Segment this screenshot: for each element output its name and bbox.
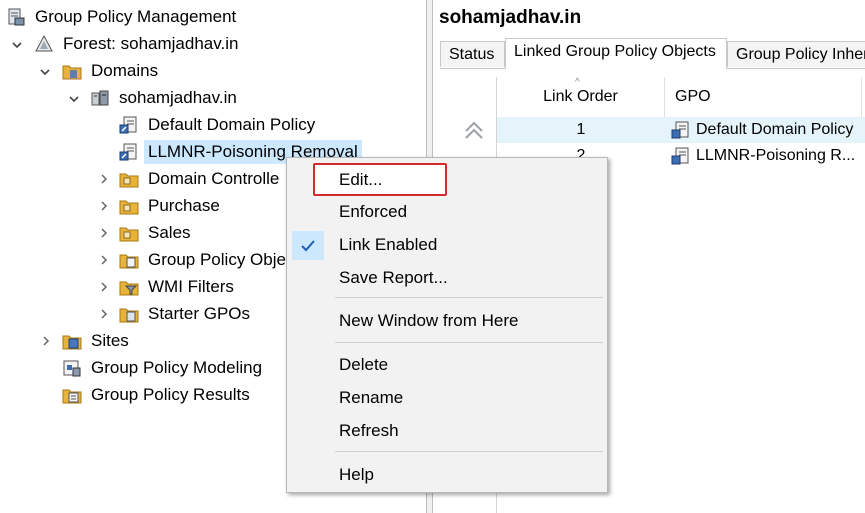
tree-label-root: Group Policy Management xyxy=(35,7,237,26)
chevron-down-icon[interactable] xyxy=(11,39,23,51)
tree-label-domain: sohamjadhav.in xyxy=(119,88,237,107)
tree-node-starter-gpos[interactable]: Starter GPOs xyxy=(119,301,254,327)
sites-icon xyxy=(62,335,82,350)
menu-item-delete[interactable]: Delete xyxy=(287,349,607,381)
domain-icon xyxy=(91,90,109,106)
column-header-link-order[interactable]: ^ Link Order xyxy=(497,77,665,117)
chevron-down-icon[interactable] xyxy=(39,66,51,78)
tree-node-group-policy-objects[interactable]: Group Policy Obje xyxy=(119,247,290,273)
checkmark-icon xyxy=(292,231,324,260)
gpo-link-icon xyxy=(671,147,689,165)
domains-folder-icon xyxy=(62,65,82,80)
cell-gpo: Default Domain Policy xyxy=(671,117,853,143)
menu-item-label: Edit... xyxy=(339,170,383,189)
tab-gp-inheritance[interactable]: Group Policy Inheri xyxy=(727,41,865,67)
move-up-button[interactable] xyxy=(461,118,487,144)
tree-node-wmi-filters[interactable]: WMI Filters xyxy=(119,274,238,300)
menu-item-label: Link Enabled xyxy=(339,235,438,254)
chevron-right-icon[interactable] xyxy=(98,227,110,239)
tree-label-group-policy-objects: Group Policy Obje xyxy=(148,250,286,269)
menu-item-label: Help xyxy=(339,465,374,484)
tree-node-sales[interactable]: Sales xyxy=(119,220,195,246)
menu-item-label: New Window from Here xyxy=(339,311,519,330)
tree-label-sales: Sales xyxy=(148,223,191,242)
column-label-gpo: GPO xyxy=(675,88,711,105)
tree-label-forest: Forest: sohamjadhav.in xyxy=(63,34,239,53)
column-label-link-order: Link Order xyxy=(543,88,618,105)
ou-folder-icon xyxy=(119,200,139,215)
menu-item-label: Delete xyxy=(339,355,389,374)
menu-item-edit[interactable]: Edit... xyxy=(287,163,607,196)
menu-item-new-window[interactable]: New Window from Here xyxy=(287,305,607,337)
context-menu: Edit... Enforced Link Enabled Save Repor… xyxy=(286,157,608,493)
cell-gpo: LLMNR-Poisoning R... xyxy=(671,143,855,169)
menu-separator xyxy=(335,342,603,343)
chevron-right-icon[interactable] xyxy=(98,281,110,293)
tree-node-domain[interactable]: sohamjadhav.in xyxy=(90,85,241,111)
forest-icon xyxy=(35,34,53,52)
ou-folder-icon xyxy=(119,173,139,188)
wmi-filter-icon xyxy=(119,281,139,296)
tree-node-modeling[interactable]: Group Policy Modeling xyxy=(62,355,266,381)
chevron-right-icon[interactable] xyxy=(40,335,52,347)
tree-node-purchase[interactable]: Purchase xyxy=(119,193,224,219)
tree-label-domain-controllers: Domain Controlle xyxy=(148,169,280,188)
results-icon xyxy=(62,389,82,404)
gpo-link-icon xyxy=(119,116,137,134)
menu-item-link-enabled[interactable]: Link Enabled xyxy=(287,229,607,261)
tree-label-starter-gpos: Starter GPOs xyxy=(148,304,251,323)
cell-link-order: 1 xyxy=(576,121,586,138)
menu-item-label: Enforced xyxy=(339,202,408,221)
tree-node-root[interactable]: Group Policy Management xyxy=(6,4,240,30)
tree-label-sites: Sites xyxy=(91,331,129,350)
cell-gpo-name: Default Domain Policy xyxy=(696,121,854,138)
tree-label-purchase: Purchase xyxy=(148,196,220,215)
chevron-right-icon[interactable] xyxy=(98,173,110,185)
gpmc-icon xyxy=(8,8,25,26)
tree-label-wmi-filters: WMI Filters xyxy=(148,277,234,296)
table-row[interactable]: 1 Default Domain Policy xyxy=(497,117,865,143)
menu-separator xyxy=(335,451,603,452)
menu-item-refresh[interactable]: Refresh xyxy=(287,415,607,447)
tree-node-domain-controllers[interactable]: Domain Controlle xyxy=(119,166,283,192)
cell-gpo-name: LLMNR-Poisoning R... xyxy=(696,147,856,164)
menu-item-label: Save Report... xyxy=(339,268,448,287)
ou-folder-icon xyxy=(119,227,139,242)
modeling-icon xyxy=(63,360,81,377)
menu-item-help[interactable]: Help xyxy=(287,459,607,491)
tree-label-modeling: Group Policy Modeling xyxy=(91,358,263,377)
menu-item-enforced[interactable]: Enforced xyxy=(287,196,607,228)
tree-node-domains[interactable]: Domains xyxy=(62,58,162,84)
chevron-right-icon[interactable] xyxy=(98,254,110,266)
menu-item-save-report[interactable]: Save Report... xyxy=(287,262,607,294)
chevron-right-icon[interactable] xyxy=(98,308,110,320)
gpo-folder-icon xyxy=(119,254,139,269)
menu-item-rename[interactable]: Rename xyxy=(287,382,607,414)
menu-item-label: Rename xyxy=(339,388,404,407)
tree-node-forest[interactable]: Forest: sohamjadhav.in xyxy=(34,31,242,57)
tab-linked-gpos[interactable]: Linked Group Policy Objects xyxy=(505,38,727,69)
chevron-right-icon[interactable] xyxy=(98,200,110,212)
tree-label-domains: Domains xyxy=(91,61,159,80)
gpo-link-icon xyxy=(671,121,689,139)
tree-label-default-domain-policy: Default Domain Policy xyxy=(148,115,316,134)
tree-node-default-domain-policy[interactable]: Default Domain Policy xyxy=(119,112,319,138)
menu-item-label: Refresh xyxy=(339,421,399,440)
tree-node-results[interactable]: Group Policy Results xyxy=(62,382,254,408)
sort-ascending-icon: ^ xyxy=(575,77,580,88)
tab-strip: Status Linked Group Policy Objects Group… xyxy=(440,38,865,69)
tree-label-results: Group Policy Results xyxy=(91,385,250,404)
chevron-down-icon[interactable] xyxy=(68,93,80,105)
column-header-gpo[interactable]: GPO xyxy=(665,77,862,117)
tab-status[interactable]: Status xyxy=(440,41,505,67)
move-up-icon xyxy=(465,121,483,139)
starter-gpo-icon xyxy=(119,308,139,323)
gpo-link-icon xyxy=(119,143,137,161)
tree-node-sites[interactable]: Sites xyxy=(62,328,133,354)
pane-title: sohamjadhav.in xyxy=(439,7,582,28)
menu-separator xyxy=(335,297,603,298)
